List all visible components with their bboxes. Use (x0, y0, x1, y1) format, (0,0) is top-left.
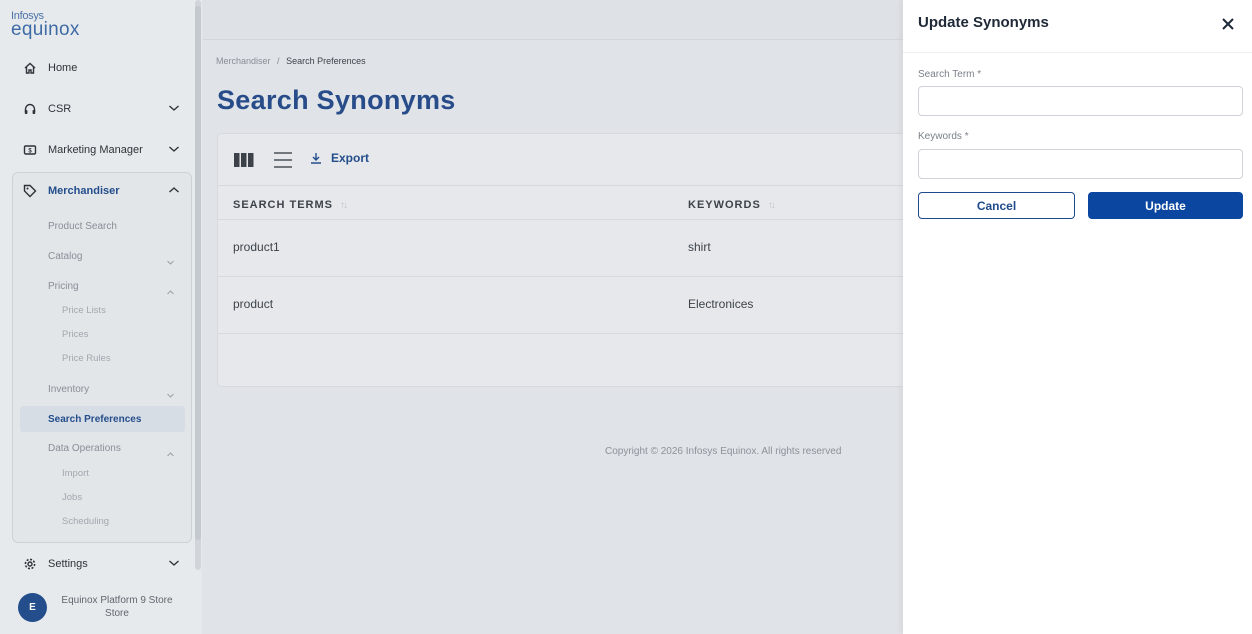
cancel-button[interactable]: Cancel (918, 192, 1075, 219)
search-term-label-text: Search Term (918, 69, 975, 80)
required-mark: * (977, 69, 982, 80)
update-synonyms-drawer: Update Synonyms Search Term * Keywords *… (903, 0, 1252, 634)
drawer-header: Update Synonyms (903, 0, 1252, 53)
update-button[interactable]: Update (1088, 192, 1243, 219)
required-mark: * (964, 131, 969, 142)
keywords-label: Keywords * (918, 131, 969, 142)
search-term-label: Search Term * (918, 69, 981, 80)
modal-backdrop[interactable] (0, 0, 903, 634)
keywords-label-text: Keywords (918, 131, 962, 142)
drawer-title: Update Synonyms (918, 14, 1049, 31)
keywords-input[interactable] (918, 149, 1243, 179)
close-icon[interactable] (1221, 17, 1235, 36)
search-term-input[interactable] (918, 86, 1243, 116)
